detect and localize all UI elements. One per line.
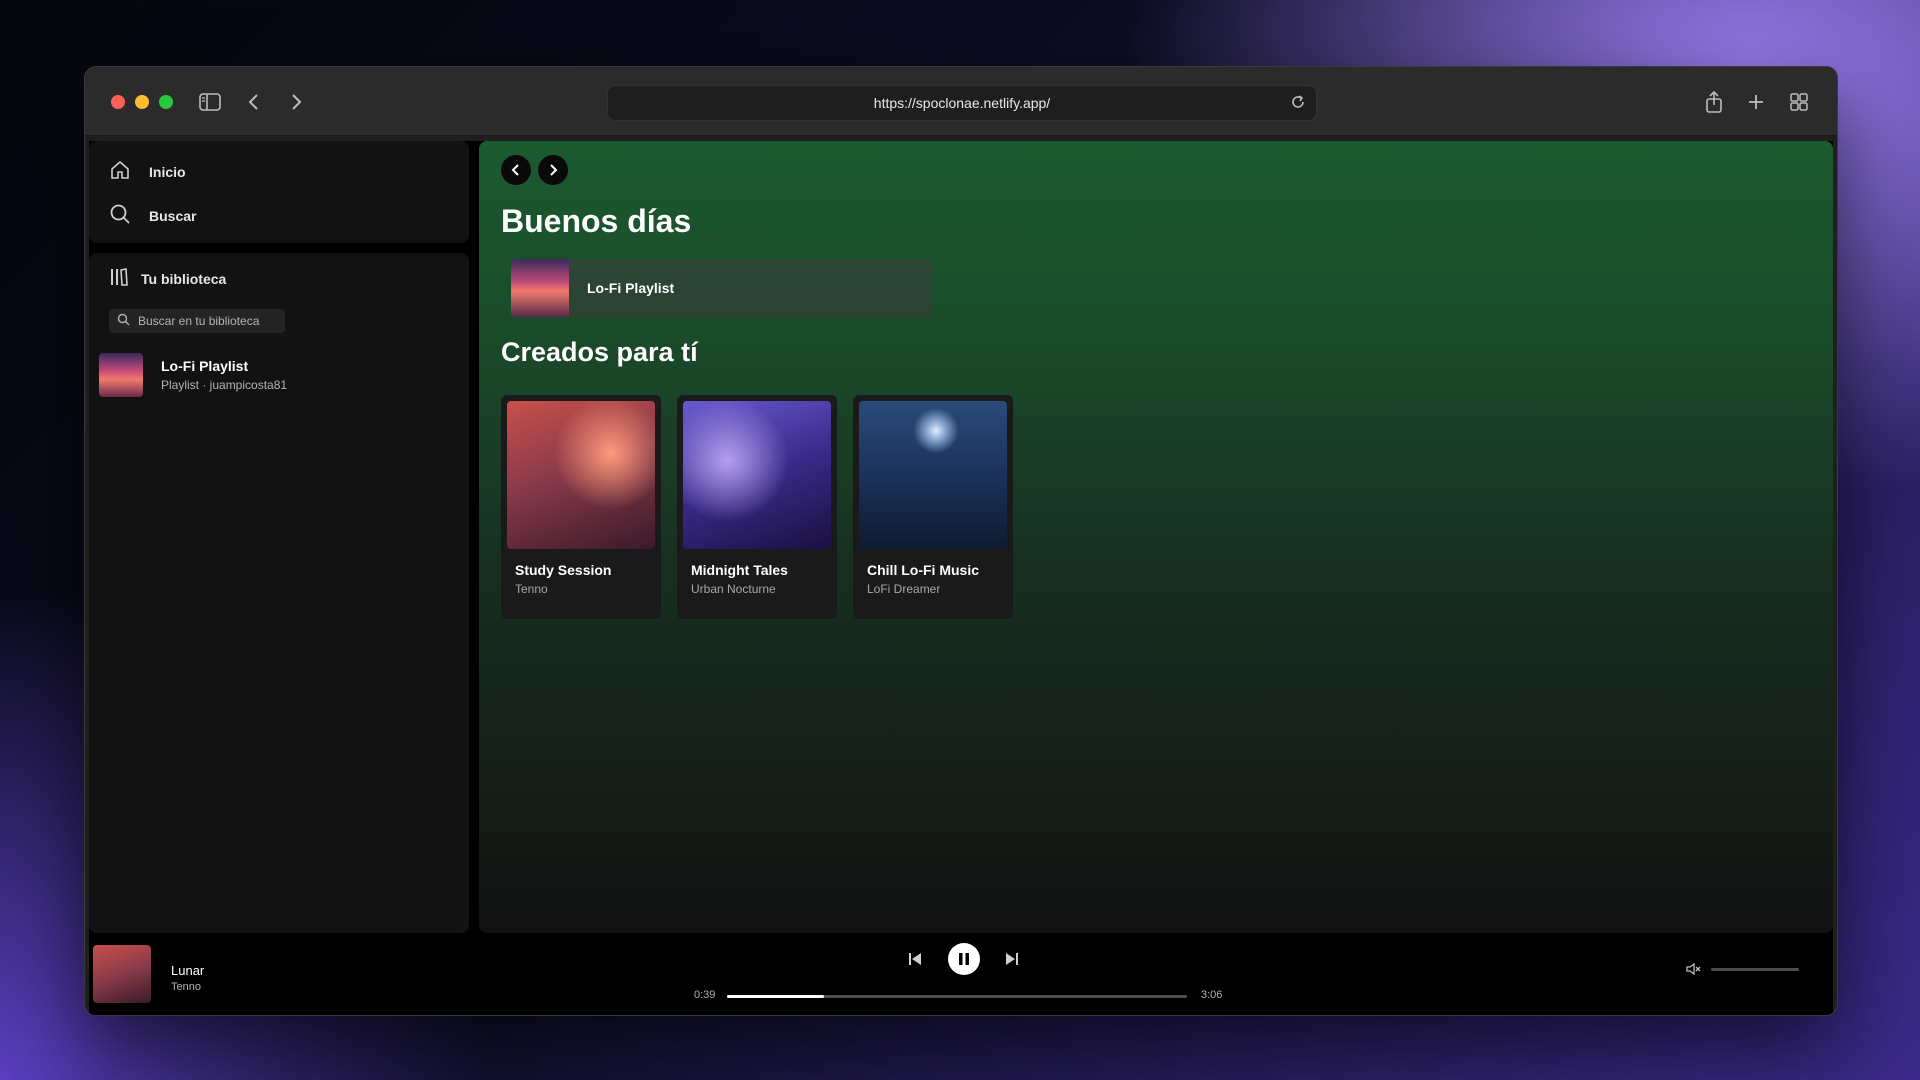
back-button[interactable] xyxy=(501,155,531,185)
reload-icon[interactable] xyxy=(1290,94,1306,115)
main-view: Buenos días Lo-Fi Playlist Creados para … xyxy=(479,141,1833,933)
card-title: Midnight Tales xyxy=(691,562,788,578)
playlist-cover xyxy=(99,353,143,397)
browser-back-icon[interactable] xyxy=(241,89,267,115)
search-icon xyxy=(117,313,130,329)
library-item-name: Lo-Fi Playlist xyxy=(161,358,249,374)
url-text[interactable]: https://spoclonae.netlify.app/ xyxy=(608,95,1316,111)
share-icon[interactable] xyxy=(1701,89,1727,115)
card-cover-art xyxy=(683,401,831,549)
skip-back-icon xyxy=(909,953,921,965)
quick-access-label: Lo-Fi Playlist xyxy=(587,280,675,296)
pause-button[interactable] xyxy=(948,943,980,975)
sidebar-toggle-icon[interactable] xyxy=(197,89,223,115)
close-window-button[interactable] xyxy=(111,95,125,109)
elapsed-time: 0:39 xyxy=(694,989,716,1001)
playlist-cover xyxy=(511,259,569,317)
card-artist: Tenno xyxy=(515,582,548,596)
progress-fill xyxy=(727,995,824,998)
now-playing-title[interactable]: Lunar xyxy=(171,963,204,978)
greeting-heading: Buenos días xyxy=(501,203,692,239)
card-artist: Urban Nocturne xyxy=(691,582,776,596)
library-search-placeholder: Buscar en tu biblioteca xyxy=(138,314,260,328)
card-cover-art xyxy=(507,401,655,549)
next-track-button[interactable] xyxy=(1002,949,1022,969)
home-icon xyxy=(109,159,131,184)
tab-overview-icon[interactable] xyxy=(1786,89,1812,115)
player-bar: Lunar Tenno 0:39 3:06 xyxy=(89,933,1833,1015)
playlist-card[interactable]: Chill Lo-Fi Music LoFi Dreamer xyxy=(853,395,1013,619)
nav-item-buscar[interactable]: Buscar xyxy=(109,203,196,228)
total-duration: 3:06 xyxy=(1201,989,1223,1001)
card-title: Chill Lo-Fi Music xyxy=(867,562,979,578)
previous-track-button[interactable] xyxy=(905,949,925,969)
forward-button[interactable] xyxy=(538,155,568,185)
quick-access-item[interactable]: Lo-Fi Playlist xyxy=(511,259,931,317)
library-header[interactable]: Tu biblioteca xyxy=(109,267,226,290)
card-artist: LoFi Dreamer xyxy=(867,582,941,596)
minimize-window-button[interactable] xyxy=(135,95,149,109)
library-icon xyxy=(109,267,129,290)
library-item[interactable]: Lo-Fi Playlist Playlist · juampicosta81 xyxy=(99,353,287,397)
playlist-card[interactable]: Study Session Tenno xyxy=(501,395,661,619)
library-search-input[interactable]: Buscar en tu biblioteca xyxy=(109,309,285,333)
app-content: Inicio Buscar Tu biblioteca Buscar en tu… xyxy=(89,141,1833,1015)
browser-toolbar: https://spoclonae.netlify.app/ xyxy=(85,67,1837,136)
skip-forward-icon xyxy=(1006,953,1018,965)
nav-item-label: Inicio xyxy=(149,163,186,180)
nav-item-label: Buscar xyxy=(149,207,197,224)
chevron-left-icon xyxy=(511,164,519,176)
now-playing-artist[interactable]: Tenno xyxy=(171,981,201,993)
nav-item-inicio[interactable]: Inicio xyxy=(109,159,186,184)
playlist-card[interactable]: Midnight Tales Urban Nocturne xyxy=(677,395,837,619)
volume-mute-icon[interactable] xyxy=(1685,960,1703,978)
card-cover-art xyxy=(859,401,1007,549)
section-heading: Creados para tí xyxy=(501,337,698,367)
progress-bar[interactable] xyxy=(727,995,1187,998)
library-item-subtitle: Playlist · juampicosta81 xyxy=(161,378,288,392)
chevron-right-icon xyxy=(550,164,558,176)
card-title: Study Session xyxy=(515,562,612,578)
library-title: Tu biblioteca xyxy=(141,270,227,287)
maximize-window-button[interactable] xyxy=(159,95,173,109)
new-tab-icon[interactable] xyxy=(1743,89,1769,115)
pause-icon xyxy=(959,953,969,965)
browser-forward-icon[interactable] xyxy=(283,89,309,115)
library-panel: Tu biblioteca Buscar en tu biblioteca Lo… xyxy=(89,253,469,933)
nav-panel: Inicio Buscar xyxy=(89,141,469,243)
browser-window: https://spoclonae.netlify.app/ Inicio Bu… xyxy=(84,66,1838,1016)
now-playing-cover xyxy=(93,945,151,1003)
address-bar[interactable]: https://spoclonae.netlify.app/ xyxy=(607,85,1317,121)
volume-slider[interactable] xyxy=(1711,968,1799,971)
search-icon xyxy=(109,203,131,228)
